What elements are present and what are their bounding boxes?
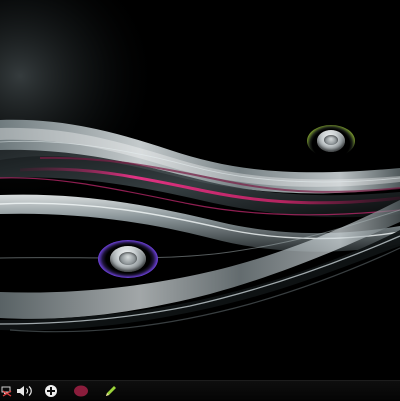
pen-icon[interactable] [104, 381, 118, 401]
desktop [0, 0, 400, 380]
volume-icon[interactable] [15, 381, 35, 401]
button-center [119, 252, 137, 265]
add-circle-icon[interactable] [44, 381, 58, 401]
abstract-waves-wallpaper [0, 0, 400, 380]
round-button-icon[interactable] [307, 125, 355, 157]
network-icon[interactable] [1, 381, 13, 401]
round-button-icon[interactable] [98, 240, 158, 278]
record-dot-icon[interactable] [73, 381, 89, 401]
button-center [324, 135, 338, 145]
taskbar [0, 380, 400, 400]
